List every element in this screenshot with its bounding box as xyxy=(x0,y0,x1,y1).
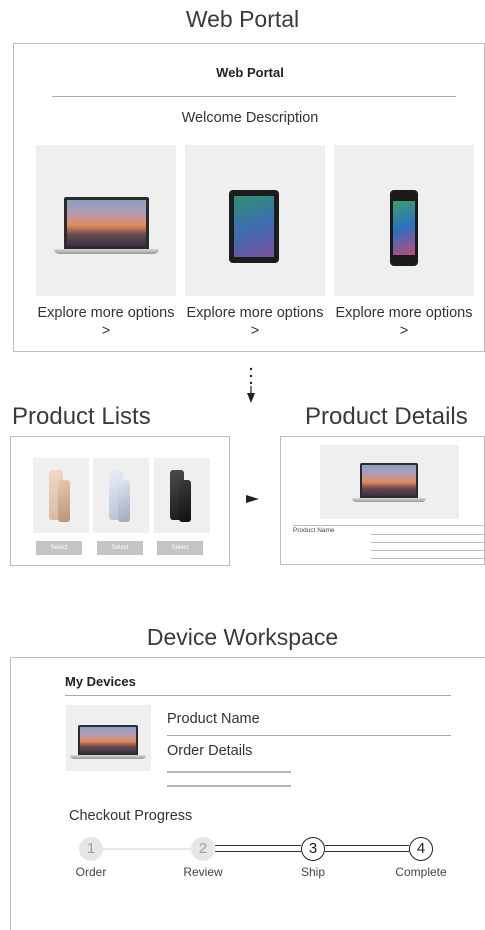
order-details-placeholder-1 xyxy=(167,771,291,773)
tablet-tile[interactable] xyxy=(185,145,325,296)
explore-more-link-tablet[interactable]: Explore more options > xyxy=(185,304,325,340)
web-portal-card: Web Portal Welcome Description Explore m… xyxy=(13,43,485,352)
step-4-circle[interactable]: 4 xyxy=(409,837,433,861)
checkout-progress-label: Checkout Progress xyxy=(69,808,193,824)
step-1-circle[interactable]: 1 xyxy=(79,837,103,861)
product-lists-panel: Select Select Select xyxy=(10,436,230,566)
order-details-label[interactable]: Order Details xyxy=(167,743,252,759)
progress-line-3-4 xyxy=(325,845,409,852)
step-2-label: Review xyxy=(183,865,223,879)
product-name-label: Product Name xyxy=(167,711,260,727)
select-button-1[interactable]: Select xyxy=(36,541,82,555)
step-3-label: Ship xyxy=(300,865,326,879)
product-name-underline xyxy=(167,735,451,736)
product-tile-silver xyxy=(93,458,149,533)
device-workspace-heading: Device Workspace xyxy=(146,624,339,650)
details-name-underline xyxy=(293,525,485,526)
step-4-label: Complete xyxy=(395,865,447,879)
flow-right-arrow xyxy=(246,491,260,503)
product-lists-heading: Product Lists xyxy=(12,403,151,430)
step-2-circle[interactable]: 2 xyxy=(191,837,215,861)
details-product-name: Product Name xyxy=(293,527,335,534)
my-devices-title: My Devices xyxy=(65,674,136,689)
my-devices-divider xyxy=(65,695,451,696)
product-tile-gold xyxy=(33,458,89,533)
step-3-circle[interactable]: 3 xyxy=(301,837,325,861)
progress-line-2-3 xyxy=(215,845,301,852)
product-details-panel: Product Name xyxy=(280,436,485,565)
explore-more-link-laptop[interactable]: Explore more options > xyxy=(36,304,176,340)
tablet-icon xyxy=(229,190,279,263)
card-divider xyxy=(52,96,456,97)
explore-more-link-phone[interactable]: Explore more options > xyxy=(334,304,474,340)
welcome-description: Welcome Description xyxy=(181,110,319,126)
product-details-heading: Product Details xyxy=(305,403,468,430)
flow-down-arrow xyxy=(245,366,257,406)
phone-tile[interactable] xyxy=(334,145,474,296)
progress-line-1-2 xyxy=(101,848,193,850)
step-1-label: Order xyxy=(75,865,107,879)
select-button-3[interactable]: Select xyxy=(157,541,203,555)
web-portal-heading: Web Portal xyxy=(185,6,300,32)
device-image-tile xyxy=(66,705,151,771)
laptop-tile[interactable] xyxy=(36,145,176,296)
device-workspace-panel: My Devices Product Name Order Details Ch… xyxy=(10,657,485,930)
details-image-tile xyxy=(320,445,459,519)
select-button-2[interactable]: Select xyxy=(97,541,143,555)
product-tile-black xyxy=(154,458,210,533)
card-title: Web Portal xyxy=(216,65,284,80)
phone-icon xyxy=(390,190,418,266)
order-details-placeholder-2 xyxy=(167,785,291,787)
